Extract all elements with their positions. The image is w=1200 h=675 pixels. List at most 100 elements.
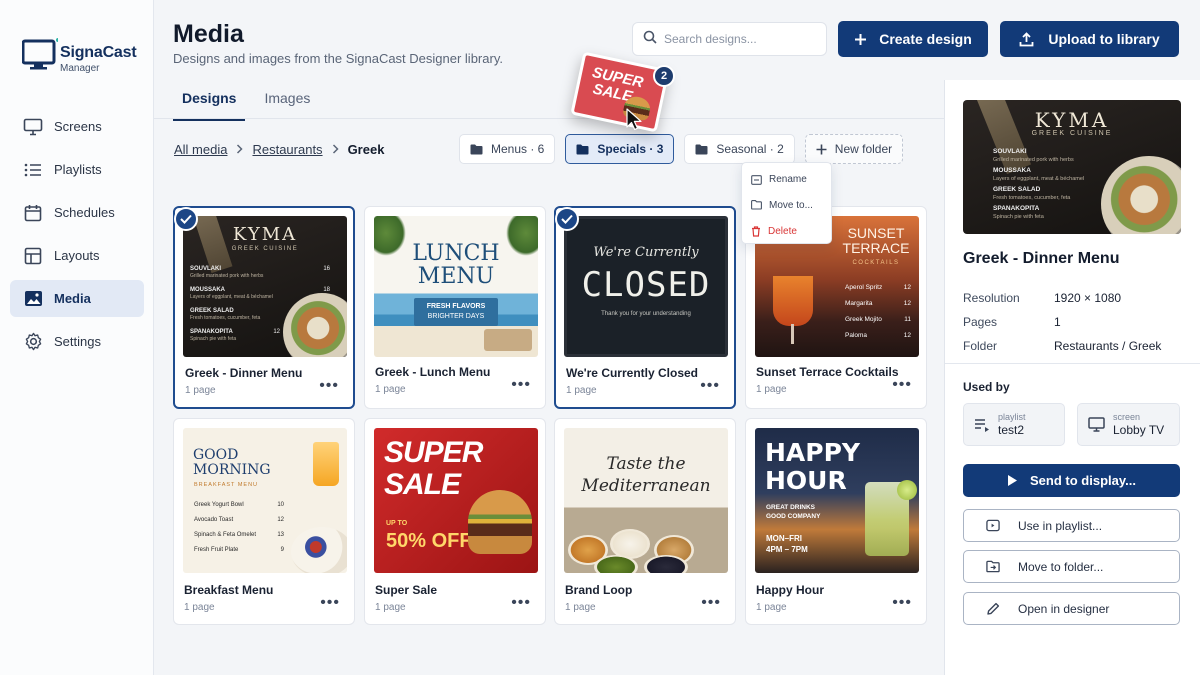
meta-row-pages: Pages 1 (963, 310, 1161, 334)
app-name: SignaCast (60, 44, 137, 61)
menu-item-desc: Grilled marinated pork with herbs (190, 273, 264, 279)
breakfast-title-3: BREAKFAST MENU (194, 482, 259, 488)
checkmark-icon[interactable] (174, 207, 198, 231)
meta-key: Folder (963, 339, 998, 353)
use-in-playlist-button[interactable]: Use in playlist... (963, 509, 1180, 542)
create-design-button[interactable]: Create design (838, 21, 988, 57)
design-name: Brand Loop (565, 583, 633, 597)
breadcrumb-all-media[interactable]: All media (174, 142, 227, 157)
breakfast-title-1: GOOD (193, 447, 239, 463)
folder-chips: Menus · 6 Specials · 3 Seasonal · 2 New … (459, 134, 913, 164)
open-in-designer-button[interactable]: Open in designer (963, 592, 1180, 625)
breakfast-item-price: 13 (277, 532, 284, 538)
more-options-icon[interactable]: ••• (320, 595, 340, 611)
used-by-playlist-chip[interactable]: playlist test2 (963, 403, 1065, 446)
breakfast-item-name: Fresh Fruit Plate (194, 547, 239, 553)
sunset-title-1: SUNSET (847, 225, 905, 241)
design-name: Breakfast Menu (184, 583, 274, 597)
nav-item-screens[interactable]: Screens (10, 108, 144, 145)
search-icon (643, 30, 657, 49)
folder-specials[interactable]: Specials · 3 (565, 134, 675, 164)
nav-item-schedules[interactable]: Schedules (10, 194, 144, 231)
menu-item-price: 12 (273, 329, 280, 335)
app-logo[interactable]: SignaCast Manager (21, 22, 137, 74)
divider (945, 363, 1200, 364)
design-thumbnail: GOOD MORNING BREAKFAST MENU Greek Yogurt… (183, 428, 347, 573)
folder-move-icon (751, 200, 762, 210)
checkmark-icon[interactable] (555, 207, 579, 231)
nav-item-layouts[interactable]: Layouts (10, 237, 144, 274)
cocktail-price: 11 (904, 316, 911, 323)
breadcrumb-restaurants[interactable]: Restaurants (252, 142, 322, 157)
design-name: Sunset Terrace Cocktails (756, 365, 899, 379)
menu-item-name: SPANAKOPITA (190, 329, 233, 335)
nav-item-settings[interactable]: Settings (10, 323, 144, 360)
design-thumbnail: SUPER SALE UP TO 50% OFF (374, 428, 538, 573)
design-card-greek-dinner[interactable]: KYMA GREEK CUISINE SOUVLAKI 16 Grilled ma… (173, 206, 355, 409)
drag-count-badge: 2 (653, 65, 675, 87)
design-card-super-sale[interactable]: SUPER SALE UP TO 50% OFF Super Sale 1 pa… (364, 418, 546, 625)
nav-item-playlists[interactable]: Playlists (10, 151, 144, 188)
new-folder-button[interactable]: New folder (804, 134, 904, 164)
chevron-right-icon (332, 142, 339, 157)
chevron-right-icon (236, 142, 244, 157)
menu-item-name: MOUSSAKA (190, 287, 226, 293)
search-box[interactable] (632, 22, 827, 56)
folder-icon (695, 144, 708, 155)
nav-label: Playlists (54, 162, 102, 177)
design-name: Happy Hour (756, 583, 825, 597)
chip-value: test2 (998, 423, 1025, 437)
main-nav: Screens Playlists Schedules Layouts Medi… (10, 108, 144, 366)
search-input[interactable] (664, 32, 814, 46)
move-to-folder-button[interactable]: Move to folder... (963, 550, 1180, 583)
playlist-add-icon (986, 519, 1000, 532)
more-options-icon[interactable]: ••• (892, 377, 912, 393)
burger-image (468, 490, 532, 554)
menu-item-move-to[interactable]: Move to... (742, 192, 831, 218)
folder-menus[interactable]: Menus · 6 (459, 134, 556, 164)
design-card-brand-loop[interactable]: Taste the Mediterranean Brand Loop 1 pag… (554, 418, 736, 625)
brand-loop-art: Taste the Mediterranean (564, 428, 728, 573)
menu-item-price: 16 (323, 266, 330, 272)
more-options-icon[interactable]: ••• (700, 378, 720, 394)
used-by-screen-chip[interactable]: screen Lobby TV (1077, 403, 1180, 446)
glass-stem (791, 324, 794, 344)
more-options-icon[interactable]: ••• (511, 595, 531, 611)
upload-label: Upload to library (1048, 31, 1160, 47)
menu-item-rename[interactable]: Rename (742, 166, 831, 192)
folder-seasonal[interactable]: Seasonal · 2 (684, 134, 795, 164)
lunch-title-1: LUNCH (412, 241, 500, 266)
design-card-happy-hour[interactable]: HAPPY HOUR GREAT DRINKS GOOD COMPANY MON… (745, 418, 927, 625)
design-card-closed[interactable]: We're Currently CLOSED Thank you for you… (554, 206, 736, 409)
sale-title-1: SUPER (384, 436, 483, 469)
cocktail-name: Margarita (845, 300, 873, 307)
tab-images[interactable]: Images (255, 80, 319, 121)
action-label: Use in playlist... (1018, 518, 1103, 533)
brand-title-2: Mediterranean (581, 476, 711, 496)
chip-type: screen (1113, 412, 1141, 422)
more-options-icon[interactable]: ••• (701, 595, 721, 611)
meta-value: 1 (1054, 315, 1061, 329)
design-pages: 1 page (375, 602, 406, 613)
menu-item-delete[interactable]: Delete (742, 218, 831, 244)
more-options-icon[interactable]: ••• (892, 595, 912, 611)
nav-item-media[interactable]: Media (10, 280, 144, 317)
breakfast-item-price: 10 (277, 502, 284, 508)
breakfast-item-name: Greek Yogurt Bowl (194, 502, 244, 508)
more-options-icon[interactable]: ••• (511, 377, 531, 393)
image-icon (23, 289, 43, 309)
playlist-icon (974, 418, 990, 432)
upload-to-library-button[interactable]: Upload to library (1000, 21, 1179, 57)
design-card-greek-lunch[interactable]: LUNCH MENU FRESH FLAVORS BRIGHTER DAYS G… (364, 206, 546, 409)
breakfast-item-price: 12 (277, 517, 284, 523)
cocktail-list: Aperol Spritz 12 Margarita 12 Greek Mojito… (845, 280, 911, 344)
tab-designs[interactable]: Designs (173, 80, 246, 121)
action-label: Move to folder... (1018, 559, 1104, 574)
send-to-display-button[interactable]: Send to display... (963, 464, 1180, 497)
menu-item-name: SOUVLAKI (993, 148, 1027, 155)
send-label: Send to display... (1030, 473, 1136, 488)
design-pages: 1 page (375, 384, 406, 395)
design-card-breakfast[interactable]: GOOD MORNING BREAKFAST MENU Greek Yogurt… (173, 418, 355, 625)
more-options-icon[interactable]: ••• (319, 378, 339, 394)
design-pages: 1 page (184, 602, 215, 613)
